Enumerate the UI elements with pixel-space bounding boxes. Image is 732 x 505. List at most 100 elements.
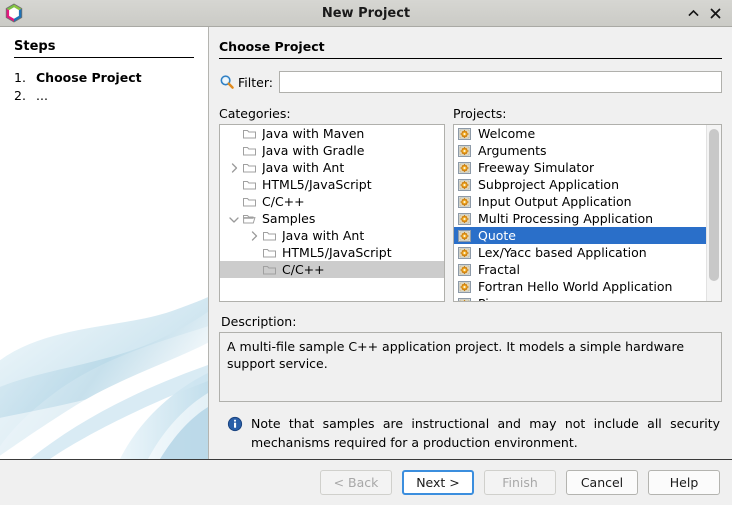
category-row[interactable]: HTML5/JavaScript — [220, 176, 444, 193]
main-panel: Choose Project Filter: Categories: Java … — [209, 27, 732, 459]
projects-scrollbar[interactable] — [706, 125, 721, 301]
steps-heading: Steps — [14, 39, 194, 58]
category-row[interactable]: Samples — [220, 210, 444, 227]
category-row[interactable]: Java with Maven — [220, 125, 444, 142]
filter-label: Filter: — [238, 75, 273, 90]
decorative-swoosh-graphic — [0, 269, 208, 459]
chevron-right-icon — [247, 229, 261, 243]
shade-button[interactable] — [683, 3, 703, 23]
project-row[interactable]: Multi Processing Application — [454, 210, 721, 227]
lists-row: Categories: Java with MavenJava with Gra… — [219, 106, 722, 302]
step-number: 2. — [14, 87, 36, 104]
folder-closed-icon — [262, 245, 278, 261]
folder-closed-icon — [242, 177, 258, 193]
project-gear-icon — [457, 245, 473, 261]
cancel-button[interactable]: Cancel — [566, 470, 638, 495]
category-label: HTML5/JavaScript — [282, 245, 392, 260]
finish-button: Finish — [484, 470, 556, 495]
project-label: Freeway Simulator — [478, 160, 594, 175]
folder-closed-icon — [242, 160, 258, 176]
category-label: Java with Gradle — [262, 143, 364, 158]
project-row[interactable]: Quote — [454, 227, 721, 244]
project-gear-icon — [457, 177, 473, 193]
category-label: Java with Maven — [262, 126, 364, 141]
project-label: Subproject Application — [478, 177, 619, 192]
tree-spacer — [226, 194, 242, 210]
filter-row: Filter: — [219, 71, 722, 93]
category-row[interactable]: HTML5/JavaScript — [220, 244, 444, 261]
step-label: Choose Project — [36, 69, 142, 86]
window-titlebar: New Project — [0, 0, 732, 27]
project-row[interactable]: Welcome — [454, 125, 721, 142]
tree-spacer — [246, 262, 262, 278]
folder-closed-icon — [262, 228, 278, 244]
project-label: Pi — [478, 296, 489, 302]
project-label: Quote — [478, 228, 516, 243]
tree-twisty[interactable] — [246, 228, 262, 244]
category-row[interactable]: Java with Gradle — [220, 142, 444, 159]
project-label: Multi Processing Application — [478, 211, 653, 226]
dialog-content: Steps 1.Choose Project2.... — [0, 27, 732, 459]
project-gear-icon — [457, 279, 473, 295]
project-row[interactable]: Pi — [454, 295, 721, 302]
project-gear-icon — [457, 143, 473, 159]
folder-closed-icon — [242, 143, 258, 159]
folder-closed-icon — [242, 126, 258, 142]
search-icon — [219, 74, 235, 90]
folder-open-icon — [242, 211, 258, 227]
note-row: Note that samples are instructional and … — [227, 414, 720, 452]
category-label: Java with Ant — [262, 160, 344, 175]
project-row[interactable]: Fractal — [454, 261, 721, 278]
page-title: Choose Project — [219, 39, 722, 59]
close-icon — [709, 7, 722, 20]
help-button[interactable]: Help — [648, 470, 720, 495]
tree-spacer — [226, 177, 242, 193]
window-title: New Project — [0, 6, 732, 21]
tree-twisty[interactable] — [226, 160, 242, 176]
step-item: 2.... — [14, 87, 194, 104]
category-row[interactable]: C/C++ — [220, 261, 444, 278]
steps-panel: Steps 1.Choose Project2.... — [0, 27, 209, 459]
categories-column: Categories: Java with MavenJava with Gra… — [219, 106, 445, 302]
next-button[interactable]: Next > — [402, 470, 474, 495]
category-label: HTML5/JavaScript — [262, 177, 372, 192]
project-label: Input Output Application — [478, 194, 632, 209]
project-row[interactable]: Arguments — [454, 142, 721, 159]
steps-list: 1.Choose Project2.... — [14, 69, 194, 104]
project-row[interactable]: Input Output Application — [454, 193, 721, 210]
projects-list[interactable]: Welcome Arguments Freeway Simulator Subproj… — [453, 124, 722, 302]
category-row[interactable]: Java with Ant — [220, 227, 444, 244]
project-row[interactable]: Subproject Application — [454, 176, 721, 193]
step-number: 1. — [14, 69, 36, 86]
project-gear-icon — [457, 262, 473, 278]
project-label: Welcome — [478, 126, 535, 141]
project-gear-icon — [457, 228, 473, 244]
category-row[interactable]: C/C++ — [220, 193, 444, 210]
project-gear-icon — [457, 194, 473, 210]
netbeans-cube-icon — [3, 2, 25, 24]
project-row[interactable]: Fortran Hello World Application — [454, 278, 721, 295]
tree-twisty[interactable] — [226, 211, 242, 227]
project-label: Lex/Yacc based Application — [478, 245, 647, 260]
chevron-down-icon — [227, 212, 241, 226]
new-project-dialog: New Project Steps 1.Choose Project2.... — [0, 0, 732, 505]
category-row[interactable]: Java with Ant — [220, 159, 444, 176]
categories-tree[interactable]: Java with Maven Java with Gradle Java with… — [219, 124, 445, 302]
tree-spacer — [226, 126, 242, 142]
tree-spacer — [226, 143, 242, 159]
window-controls — [683, 3, 732, 23]
projects-label: Projects: — [453, 106, 722, 121]
project-row[interactable]: Freeway Simulator — [454, 159, 721, 176]
project-label: Arguments — [478, 143, 547, 158]
project-row[interactable]: Lex/Yacc based Application — [454, 244, 721, 261]
description-box: A multi-file sample C++ application proj… — [219, 332, 722, 402]
step-item: 1.Choose Project — [14, 69, 194, 86]
close-button[interactable] — [705, 3, 725, 23]
folder-closed-icon — [242, 194, 258, 210]
category-label: C/C++ — [262, 194, 305, 209]
project-label: Fractal — [478, 262, 520, 277]
note-text: Note that samples are instructional and … — [251, 414, 720, 452]
search-input[interactable] — [279, 71, 722, 93]
back-button: < Back — [320, 470, 392, 495]
scrollbar-thumb[interactable] — [709, 129, 719, 281]
